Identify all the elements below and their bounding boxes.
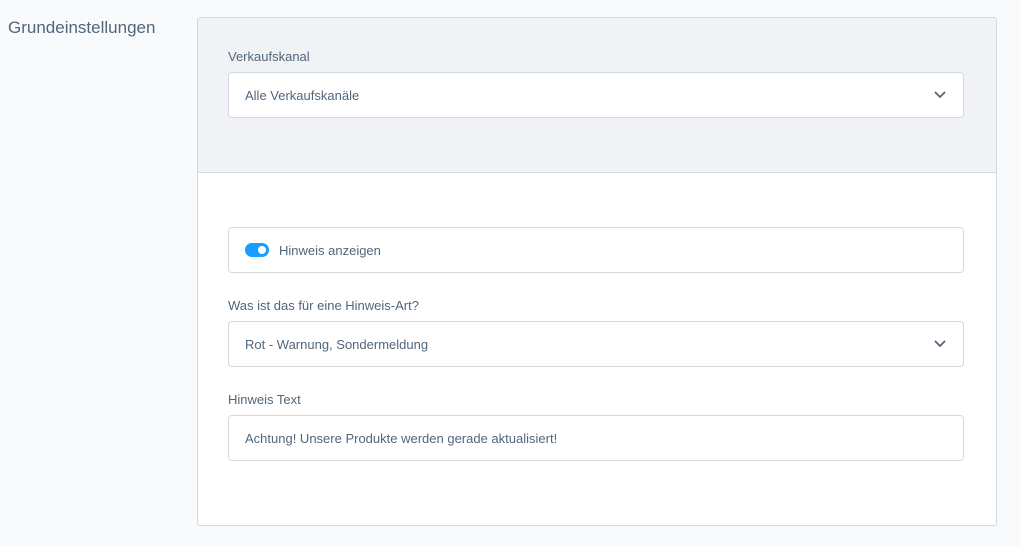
show-notice-toggle[interactable] (245, 243, 269, 257)
card-body: Hinweis anzeigen Was ist das für eine Hi… (198, 173, 996, 525)
show-notice-label: Hinweis anzeigen (279, 242, 381, 258)
settings-card: Verkaufskanal Alle Verkaufskanäle Hinwei… (197, 17, 997, 526)
sales-channel-label: Verkaufskanal (228, 49, 310, 64)
chevron-down-icon (933, 337, 947, 351)
sales-channel-value: Alle Verkaufskanäle (245, 87, 360, 103)
notice-type-select[interactable]: Rot - Warnung, Sondermeldung (228, 321, 964, 367)
section-title: Grundeinstellungen (8, 18, 156, 37)
card-header: Verkaufskanal Alle Verkaufskanäle (198, 18, 996, 173)
chevron-down-icon (933, 88, 947, 102)
show-notice-row: Hinweis anzeigen (228, 227, 964, 273)
sales-channel-select[interactable]: Alle Verkaufskanäle (228, 72, 964, 118)
notice-type-value: Rot - Warnung, Sondermeldung (245, 336, 429, 352)
notice-text-label: Hinweis Text (228, 392, 301, 407)
notice-type-label: Was ist das für eine Hinweis-Art? (228, 298, 419, 313)
notice-text-input[interactable] (228, 415, 964, 461)
toggle-knob (258, 246, 266, 254)
